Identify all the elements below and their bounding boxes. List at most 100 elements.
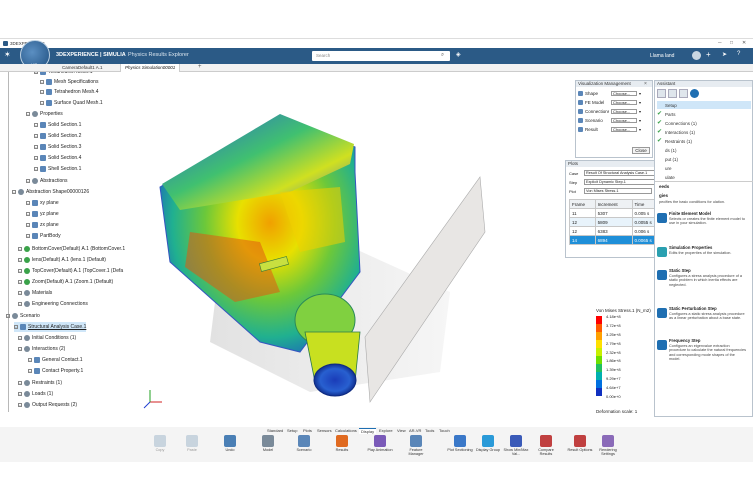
command-button[interactable]: Rendering Settings — [594, 435, 622, 459]
search-icon[interactable]: ⌕ — [441, 52, 444, 59]
visibility-icon[interactable] — [578, 127, 583, 132]
chevron-down-icon[interactable]: ▾ — [639, 100, 641, 105]
table-row[interactable]: 11 5307 0.005 s — [569, 208, 666, 218]
expand-toggle-icon[interactable]: − — [40, 90, 44, 94]
avatar[interactable] — [692, 51, 701, 60]
tree-item[interactable]: − BottomCover(Default) A.1 (BottomCover.1 — [18, 244, 125, 254]
tree-item[interactable]: − Shell Section.1 — [34, 164, 81, 174]
expand-toggle-icon[interactable]: − — [34, 134, 38, 138]
close-window-icon[interactable]: ✕ — [742, 40, 746, 46]
command-button[interactable]: Feature Manager — [402, 435, 430, 459]
tree-item[interactable]: − Solid Section.2 — [34, 131, 81, 141]
case-select[interactable]: Result Of Structural Analysis Case.1 — [584, 170, 664, 176]
compass-icon[interactable]: ✶ — [4, 51, 11, 59]
expand-toggle-icon[interactable]: − — [18, 302, 22, 306]
assistant-help-entry[interactable]: Finite Element Model Selects or creates t… — [657, 211, 747, 226]
user-name[interactable]: Llama land — [650, 53, 674, 59]
visualization-select[interactable]: Choose... — [611, 109, 637, 114]
tree-item[interactable]: − Interactions (2) — [18, 344, 65, 354]
expand-toggle-icon[interactable]: − — [18, 280, 22, 284]
chevron-down-icon[interactable]: ▾ — [639, 118, 641, 123]
help-icon[interactable]: ? — [737, 51, 740, 57]
tree-item[interactable]: − yz plane — [26, 209, 59, 219]
add-tab-icon[interactable]: + — [198, 64, 202, 70]
monitor-icon[interactable] — [668, 89, 677, 98]
expand-toggle-icon[interactable]: − — [18, 258, 22, 262]
expand-toggle-icon[interactable]: − — [14, 325, 18, 329]
tree-item[interactable]: − Mesh Specifications — [40, 77, 98, 87]
table-row[interactable]: 14 6894 0.0065 s — [569, 235, 666, 245]
tree-item[interactable]: − Contact Property.1 — [28, 366, 83, 376]
expand-toggle-icon[interactable]: − — [26, 234, 30, 238]
chevron-down-icon[interactable]: ▾ — [639, 91, 641, 96]
command-button[interactable]: Show Min/Max Val... — [502, 435, 530, 459]
tag-icon[interactable]: ◈ — [456, 51, 461, 58]
assistant-item[interactable]: Setup — [657, 101, 751, 109]
visibility-icon[interactable] — [578, 100, 583, 105]
expand-toggle-icon[interactable]: − — [18, 291, 22, 295]
minimize-icon[interactable]: ─ — [718, 40, 722, 46]
assistant-item[interactable]: ✔ Interactions (1) — [657, 128, 751, 136]
tree-item[interactable]: − Structural Analysis Case.1 — [14, 322, 87, 332]
tree-item[interactable]: − Tetrahedron Mesh.4 — [40, 87, 98, 97]
visualization-select[interactable]: Choose... — [611, 118, 637, 123]
expand-toggle-icon[interactable]: − — [12, 190, 16, 194]
tree-item[interactable]: − lens(Default) A.1 (lens.1 (Default) — [18, 255, 106, 265]
tree-item[interactable]: − General Contact.1 — [28, 355, 83, 365]
expand-toggle-icon[interactable]: − — [34, 145, 38, 149]
expand-toggle-icon[interactable]: − — [26, 212, 30, 216]
expand-toggle-icon[interactable]: − — [26, 112, 30, 116]
tree-item[interactable]: − PartBody — [26, 231, 61, 241]
chevron-down-icon[interactable]: ▾ — [639, 109, 641, 114]
tree-item[interactable]: − xy plane — [26, 198, 59, 208]
table-row[interactable]: 12 5809 0.0055 s — [569, 217, 666, 227]
chevron-down-icon[interactable]: ▾ — [639, 127, 641, 132]
add-icon[interactable]: + — [706, 50, 711, 59]
tree-item[interactable]: − Engineering Connections — [18, 299, 88, 309]
close-button[interactable]: Close — [632, 147, 650, 154]
expand-toggle-icon[interactable]: − — [34, 72, 38, 74]
expand-toggle-icon[interactable]: − — [28, 369, 32, 373]
visualization-select[interactable]: Choose... — [611, 127, 637, 132]
tree-item[interactable]: − Scenario — [6, 311, 40, 321]
tree-item[interactable]: − Output Requests (2) — [18, 400, 77, 410]
plot-select[interactable]: Von Mises Stress.1 — [584, 188, 652, 194]
expand-toggle-icon[interactable]: − — [18, 336, 22, 340]
tab-camera-default[interactable]: CameraDefault1 A.1 — [62, 65, 103, 70]
tree-item[interactable]: − Solid Section.3 — [34, 142, 81, 152]
command-button[interactable]: Plot Sectioning — [446, 435, 474, 459]
assistant-item[interactable]: put (1) — [657, 155, 751, 163]
close-panel-icon[interactable]: × — [644, 81, 647, 87]
tree-item[interactable]: − Loads (1) — [18, 389, 53, 399]
command-button[interactable]: Scenario — [290, 435, 318, 459]
tree-item[interactable]: − Initial Conditions (1) — [18, 333, 76, 343]
tree-item[interactable]: − Solid Section.1 — [34, 120, 81, 130]
tree-item[interactable]: − Materials — [18, 288, 52, 298]
step-select[interactable]: Explicit Dynamic Step.1 — [584, 179, 664, 185]
assistant-item[interactable]: ✔ Parts — [657, 110, 751, 118]
expand-toggle-icon[interactable]: − — [18, 347, 22, 351]
assistant-help-entry[interactable]: Simulation Properties Edits the propertie… — [657, 245, 747, 257]
command-button[interactable]: Play Animation — [366, 435, 394, 459]
expand-toggle-icon[interactable]: − — [18, 247, 22, 251]
tree-item[interactable]: − TopCover(Default) A.1 (TopCover.1 (Defa — [18, 266, 123, 276]
expand-toggle-icon[interactable]: − — [34, 156, 38, 160]
command-button[interactable]: Model — [254, 435, 282, 459]
command-button[interactable]: Display Group — [474, 435, 502, 459]
expand-toggle-icon[interactable]: − — [26, 201, 30, 205]
tree-item[interactable]: − Abstraction Shape00000126 — [12, 187, 89, 197]
assistant-item[interactable]: ✔ Connections (1) — [657, 119, 751, 127]
assistant-item[interactable]: ure — [657, 164, 751, 172]
tab-physics-simulation[interactable]: Physics Simulation00001 — [120, 64, 181, 72]
maximize-icon[interactable]: □ — [730, 40, 733, 46]
visualization-select[interactable]: Choose... — [611, 100, 637, 105]
assistant-item[interactable]: ds (1) — [657, 146, 751, 154]
tree-item[interactable]: − Solid Section.4 — [34, 153, 81, 163]
command-button[interactable]: Undo — [216, 435, 244, 459]
expand-toggle-icon[interactable]: − — [40, 101, 44, 105]
table-header-cell[interactable]: Increment — [594, 199, 633, 209]
assistant-help-entry[interactable]: Static Perturbation Step Configures a sta… — [657, 306, 747, 321]
expand-toggle-icon[interactable]: − — [18, 381, 22, 385]
visualization-select[interactable]: Choose... — [611, 91, 637, 96]
3d-viewport[interactable]: − Tetrahedron Mesh.1− Mesh Specifications −… — [0, 72, 753, 427]
